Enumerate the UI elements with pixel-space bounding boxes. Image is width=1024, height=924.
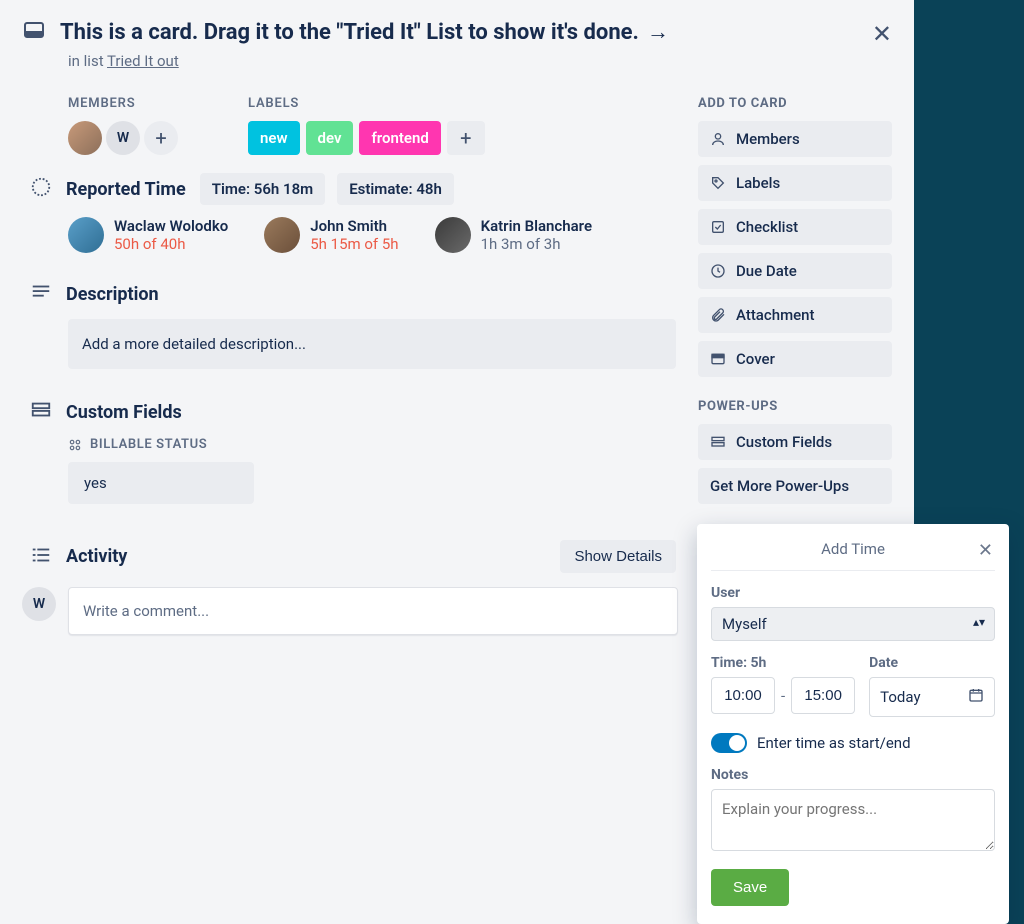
popover-title: Add Time ✕ bbox=[711, 536, 995, 571]
sidebar-members-button[interactable]: Members bbox=[698, 121, 892, 157]
add-label-button[interactable]: + bbox=[447, 121, 485, 155]
clock-icon bbox=[30, 176, 52, 202]
label-chip-dev[interactable]: dev bbox=[306, 121, 354, 155]
sidebar-duedate-button[interactable]: Due Date bbox=[698, 253, 892, 289]
label-chip-frontend[interactable]: frontend bbox=[359, 121, 440, 155]
date-input[interactable]: Today bbox=[869, 677, 995, 717]
reporter-avatar bbox=[68, 217, 104, 253]
start-end-toggle[interactable] bbox=[711, 733, 747, 753]
reporter-time: 5h 15m of 5h bbox=[310, 235, 398, 253]
calendar-icon bbox=[968, 687, 984, 707]
list-link[interactable]: Tried It out bbox=[107, 52, 179, 70]
reporter-name: Katrin Blanchare bbox=[481, 217, 592, 235]
reporter-name: Waclaw Wolodko bbox=[114, 217, 228, 235]
save-button[interactable]: Save bbox=[711, 869, 789, 906]
custom-field-label: BILLABLE STATUS bbox=[68, 437, 678, 452]
time-to-input[interactable] bbox=[791, 677, 855, 714]
label-chip-new[interactable]: new bbox=[248, 121, 300, 155]
sidebar-checklist-button[interactable]: Checklist bbox=[698, 209, 892, 245]
card-icon bbox=[22, 18, 46, 46]
select-updown-icon: ▴▾ bbox=[973, 615, 985, 629]
sidebar-getmore-button[interactable]: Get More Power-Ups bbox=[698, 468, 892, 504]
reporter-time: 1h 3m of 3h bbox=[481, 235, 592, 253]
toggle-label: Enter time as start/end bbox=[757, 734, 911, 752]
reported-time-heading: Reported Time bbox=[66, 179, 186, 200]
add-to-card-heading: ADD TO CARD bbox=[698, 96, 892, 111]
time-label: Time: 5h bbox=[711, 655, 855, 671]
card-title: This is a card. Drag it to the "Tried It… bbox=[60, 19, 669, 45]
reporter-item: Katrin Blanchare 1h 3m of 3h bbox=[435, 217, 592, 253]
reporter-item: Waclaw Wolodko 50h of 40h bbox=[68, 217, 228, 253]
reporter-avatar bbox=[264, 217, 300, 253]
show-details-button[interactable]: Show Details bbox=[560, 540, 676, 573]
description-input[interactable]: Add a more detailed description... bbox=[68, 319, 676, 369]
close-icon[interactable]: ✕ bbox=[872, 20, 892, 48]
sidebar-customfields-button[interactable]: Custom Fields bbox=[698, 424, 892, 460]
member-avatar[interactable] bbox=[68, 121, 102, 155]
sidebar-attachment-button[interactable]: Attachment bbox=[698, 297, 892, 333]
time-chip[interactable]: Time: 56h 18m bbox=[200, 173, 325, 205]
custom-fields-icon bbox=[30, 399, 52, 425]
powerups-heading: POWER-UPS bbox=[698, 399, 892, 414]
notes-label: Notes bbox=[711, 767, 995, 783]
time-dash: - bbox=[781, 687, 785, 705]
custom-fields-heading: Custom Fields bbox=[66, 402, 182, 423]
add-member-button[interactable]: + bbox=[144, 121, 178, 155]
user-select[interactable]: Myself bbox=[711, 607, 995, 641]
time-from-input[interactable] bbox=[711, 677, 775, 714]
comment-input[interactable]: Write a comment... bbox=[68, 587, 678, 635]
custom-field-value[interactable]: yes bbox=[68, 462, 254, 504]
arrow-right-icon: → bbox=[647, 19, 669, 45]
estimate-chip[interactable]: Estimate: 48h bbox=[337, 173, 454, 205]
date-label: Date bbox=[869, 655, 995, 671]
reporter-name: John Smith bbox=[310, 217, 398, 235]
reporter-avatar bbox=[435, 217, 471, 253]
sidebar-labels-button[interactable]: Labels bbox=[698, 165, 892, 201]
members-heading: MEMBERS bbox=[68, 96, 178, 111]
description-heading: Description bbox=[66, 284, 159, 305]
reporter-time: 50h of 40h bbox=[114, 235, 228, 253]
popover-close-icon[interactable]: ✕ bbox=[978, 540, 993, 561]
notes-textarea[interactable] bbox=[711, 789, 995, 851]
activity-heading: Activity bbox=[66, 546, 127, 567]
sidebar-cover-button[interactable]: Cover bbox=[698, 341, 892, 377]
activity-icon bbox=[30, 544, 52, 570]
in-list-text: in list Tried It out bbox=[68, 52, 892, 70]
labels-heading: LABELS bbox=[248, 96, 485, 111]
member-avatar-initial[interactable]: W bbox=[106, 121, 140, 155]
user-label: User bbox=[711, 585, 995, 601]
description-icon bbox=[30, 281, 52, 307]
comment-avatar: W bbox=[22, 587, 56, 621]
add-time-popover: Add Time ✕ User Myself ▴▾ Time: 5h - Dat… bbox=[697, 524, 1009, 924]
reporter-item: John Smith 5h 15m of 5h bbox=[264, 217, 398, 253]
